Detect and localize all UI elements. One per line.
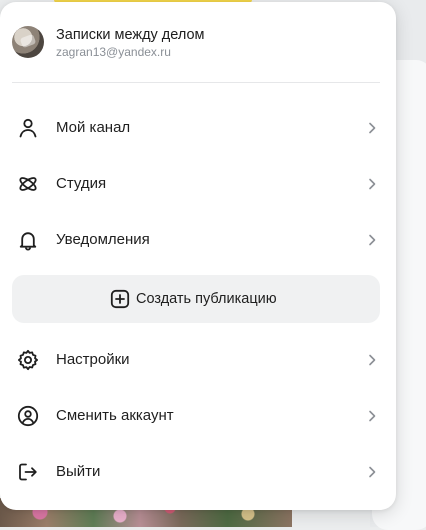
menu-item-label: Сменить аккаунт	[56, 407, 174, 424]
create-publication-label: Создать публикацию	[136, 291, 277, 307]
menu-item-label: Мой канал	[56, 119, 131, 136]
menu-item-studio[interactable]: Студия	[0, 156, 396, 212]
menu-item-label: Выйти	[56, 463, 101, 480]
chevron-right-icon	[366, 120, 378, 136]
chevron-right-icon	[366, 352, 378, 368]
menu-item-switch-account[interactable]: Сменить аккаунт	[0, 388, 396, 444]
menu-item-label: Уведомления	[56, 231, 150, 248]
menu-item-my-channel[interactable]: Мой канал	[0, 100, 396, 156]
profile-email: zagran13@yandex.ru	[56, 45, 171, 59]
profile-header[interactable]: Записки между делом zagran13@yandex.ru	[0, 2, 396, 82]
create-publication-button[interactable]: Создать публикацию	[12, 275, 380, 323]
menu-item-notifications[interactable]: Уведомления	[0, 212, 396, 268]
chevron-right-icon	[366, 176, 378, 192]
menu-item-label: Настройки	[56, 351, 130, 368]
profile-name: Записки между делом	[56, 27, 205, 43]
menu-divider	[12, 82, 380, 83]
plus-square-icon	[110, 289, 130, 309]
chevron-right-icon	[366, 408, 378, 424]
chevron-right-icon	[366, 232, 378, 248]
logout-icon	[16, 460, 40, 484]
chevron-right-icon	[366, 464, 378, 480]
user-icon	[16, 116, 40, 140]
bell-icon	[16, 228, 40, 252]
menu-item-label: Студия	[56, 175, 107, 192]
menu-item-logout[interactable]: Выйти	[0, 444, 396, 500]
studio-icon	[16, 172, 40, 196]
avatar	[12, 26, 44, 58]
menu-item-settings[interactable]: Настройки	[0, 332, 396, 388]
gear-icon	[16, 348, 40, 372]
user-circle-icon	[16, 404, 40, 428]
account-dropdown-menu: Записки между делом zagran13@yandex.ru М…	[0, 2, 396, 510]
